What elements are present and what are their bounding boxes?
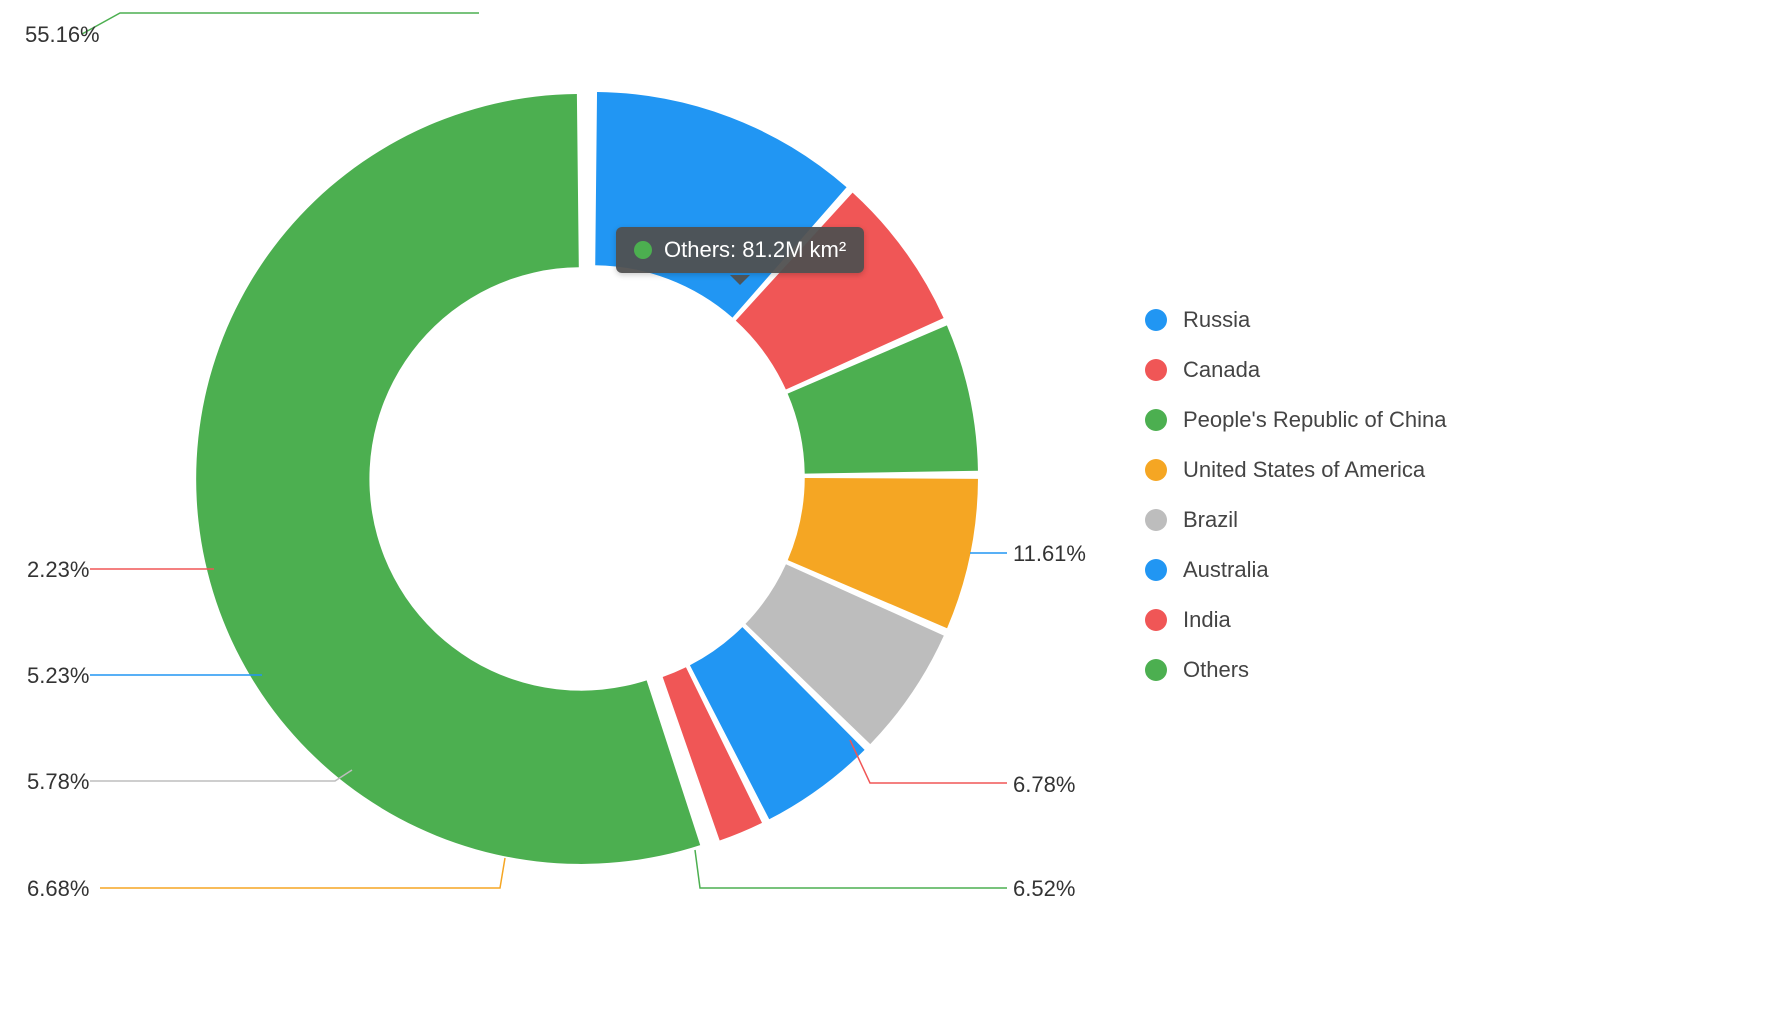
- legend-dot: [1145, 309, 1167, 331]
- legend-item[interactable]: Russia: [1145, 295, 1446, 345]
- legend-dot: [1145, 409, 1167, 431]
- tooltip-dot: [634, 241, 652, 259]
- chart-canvas: [0, 0, 1790, 1016]
- leader-line: [82, 13, 479, 34]
- tooltip: Others: 81.2M km²: [616, 227, 864, 273]
- legend-label: Others: [1183, 657, 1249, 683]
- legend-item[interactable]: People's Republic of China: [1145, 395, 1446, 445]
- legend-label: People's Republic of China: [1183, 407, 1446, 433]
- legend-item[interactable]: Canada: [1145, 345, 1446, 395]
- legend-item[interactable]: United States of America: [1145, 445, 1446, 495]
- slice-percent-label: 6.68%: [27, 876, 89, 902]
- slice-percent-label: 6.78%: [1013, 772, 1075, 798]
- leader-line: [695, 850, 1007, 888]
- legend-label: Australia: [1183, 557, 1269, 583]
- legend-item[interactable]: Australia: [1145, 545, 1446, 595]
- donut-chart: Russia Canada People's Republic of China Un…: [0, 0, 1790, 1016]
- tooltip-text: Others: 81.2M km²: [664, 237, 846, 263]
- legend-dot: [1145, 609, 1167, 631]
- slice-percent-label: 2.23%: [27, 557, 89, 583]
- legend-item[interactable]: India: [1145, 595, 1446, 645]
- slice-percent-label: 55.16%: [25, 22, 100, 48]
- legend-dot: [1145, 509, 1167, 531]
- legend-dot: [1145, 459, 1167, 481]
- legend-label: Brazil: [1183, 507, 1238, 533]
- legend-item[interactable]: Brazil: [1145, 495, 1446, 545]
- legend-label: Canada: [1183, 357, 1260, 383]
- legend-dot: [1145, 559, 1167, 581]
- legend-item[interactable]: Others: [1145, 645, 1446, 695]
- legend-dot: [1145, 359, 1167, 381]
- legend: Russia Canada People's Republic of China Un…: [1145, 295, 1446, 695]
- legend-label: India: [1183, 607, 1231, 633]
- leader-line: [90, 770, 352, 781]
- slice-percent-label: 6.52%: [1013, 876, 1075, 902]
- slice-percent-label: 11.61%: [1013, 541, 1086, 567]
- legend-dot: [1145, 659, 1167, 681]
- slice-percent-label: 5.23%: [27, 663, 89, 689]
- legend-label: United States of America: [1183, 457, 1425, 483]
- leader-line: [100, 858, 505, 888]
- legend-label: Russia: [1183, 307, 1250, 333]
- leader-line: [850, 740, 1007, 783]
- slice-percent-label: 5.78%: [27, 769, 89, 795]
